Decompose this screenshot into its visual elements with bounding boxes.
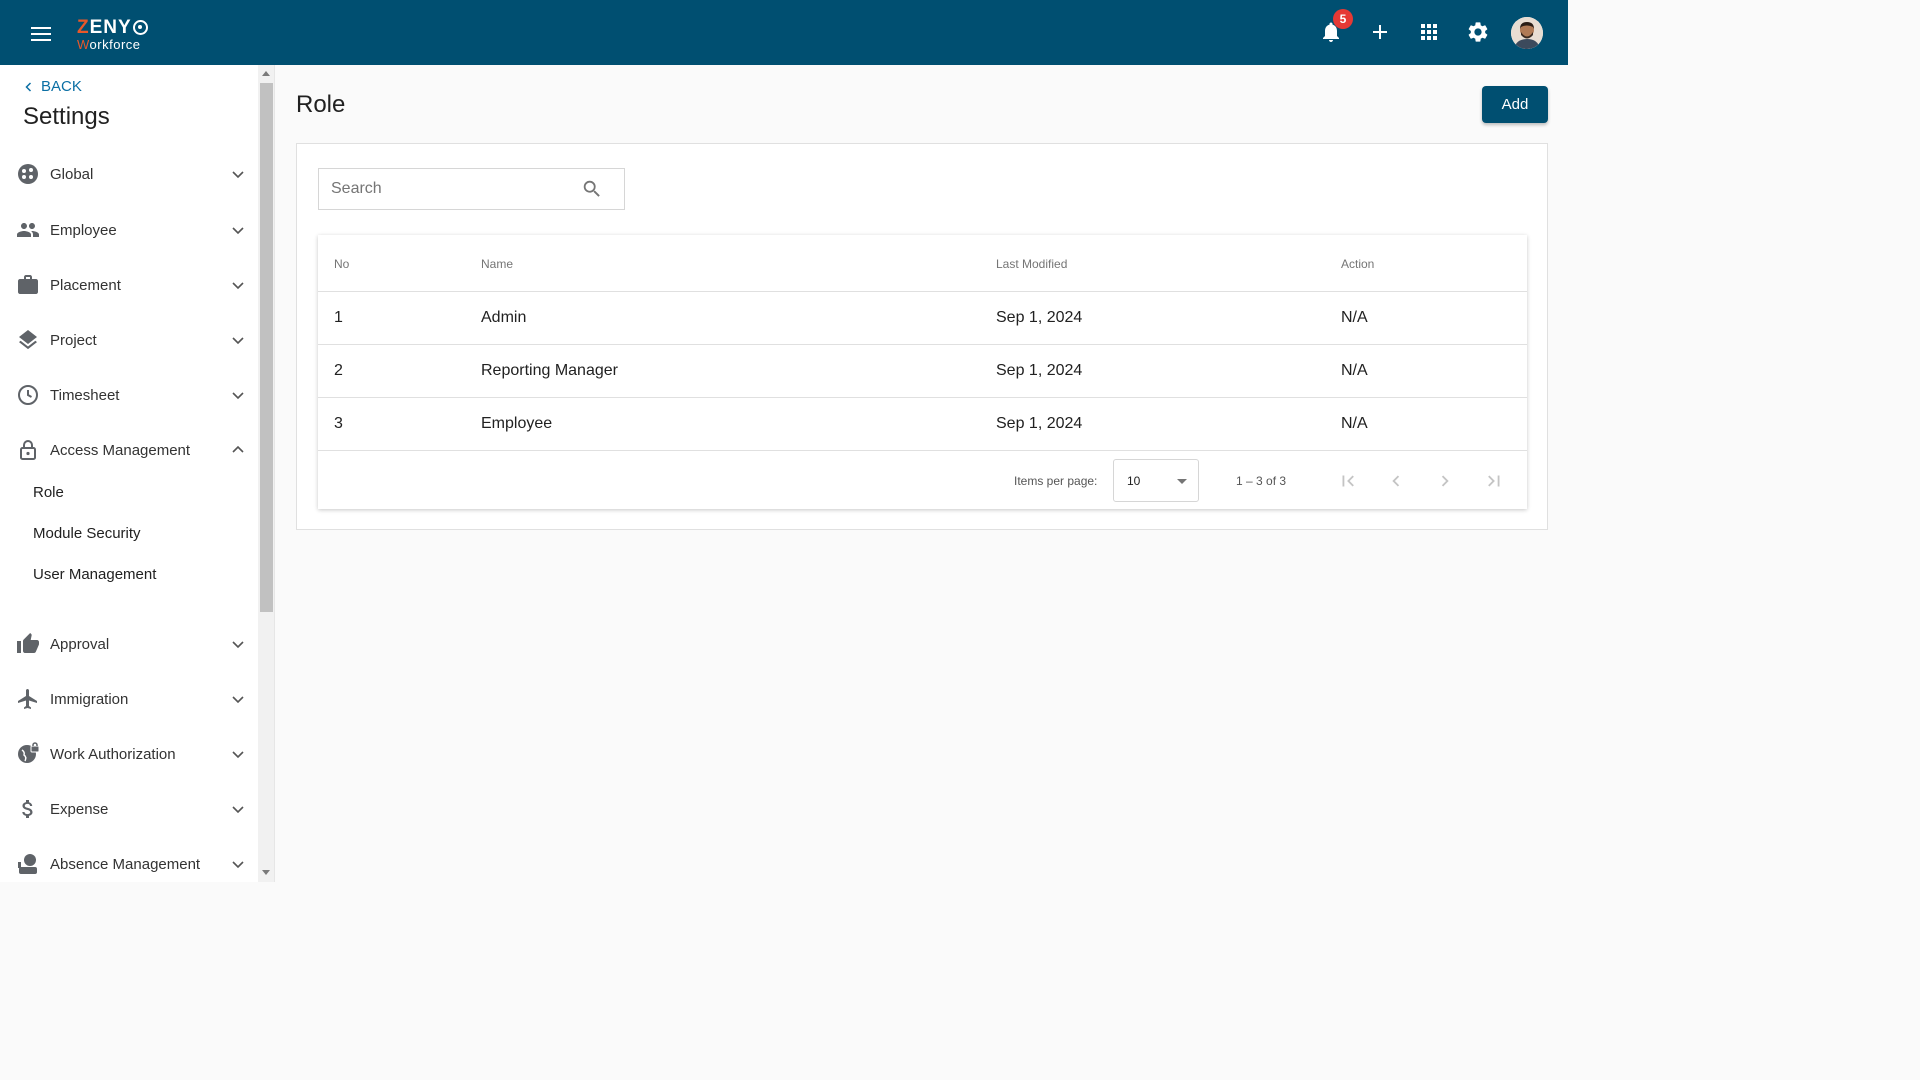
sidebar-item-placement[interactable]: Placement <box>0 265 258 305</box>
cell-action: N/A <box>1341 415 1368 432</box>
chevron-down-icon <box>232 806 244 814</box>
roles-table: No Name Last Modified Action 1 Admin Sep… <box>318 235 1527 509</box>
chevron-down-icon <box>232 641 244 649</box>
global-icon <box>18 164 38 184</box>
scroll-up-arrow[interactable] <box>262 71 270 76</box>
search-field[interactable] <box>318 168 625 210</box>
cell-no: 3 <box>334 415 343 432</box>
absence-icon <box>18 854 37 874</box>
cell-action: N/A <box>1341 309 1368 326</box>
cell-name: Employee <box>481 415 553 432</box>
table-row[interactable]: 1 Admin Sep 1, 2024 N/A <box>318 292 1527 345</box>
page-title: Role <box>296 91 346 118</box>
add-button[interactable]: Add <box>1482 86 1548 123</box>
cell-name: Reporting Manager <box>481 362 618 379</box>
apps-grid-icon[interactable] <box>1417 20 1441 44</box>
sidebar-item-expense[interactable]: Expense <box>0 789 258 829</box>
gear-icon[interactable] <box>1466 20 1490 44</box>
cell-no: 2 <box>334 362 343 379</box>
plus-icon[interactable] <box>1368 20 1392 44</box>
menu-icon[interactable] <box>31 27 51 41</box>
top-bar: Z ENY Workforce 5 <box>0 0 1568 65</box>
chevron-down-icon <box>232 171 244 179</box>
cell-last-modified: Sep 1, 2024 <box>996 362 1083 379</box>
cell-no: 1 <box>334 309 343 326</box>
sidebar-title: Settings <box>23 103 110 130</box>
column-header-last-modified[interactable]: Last Modified <box>996 257 1067 271</box>
cell-last-modified: Sep 1, 2024 <box>996 309 1083 326</box>
user-avatar[interactable] <box>1511 17 1543 49</box>
sidebar-item-global[interactable]: Global <box>0 154 258 194</box>
cell-last-modified: Sep 1, 2024 <box>996 415 1083 432</box>
chevron-left-icon <box>25 81 32 92</box>
column-header-name[interactable]: Name <box>481 257 513 271</box>
chevron-down-icon <box>232 861 244 869</box>
sidebar-item-approval[interactable]: Approval <box>0 624 258 664</box>
settings-sidebar: BACK Settings Global Employee Placement … <box>0 65 258 882</box>
table-row[interactable]: 2 Reporting Manager Sep 1, 2024 N/A <box>318 345 1527 398</box>
chevron-down-icon <box>232 227 244 235</box>
column-header-no[interactable]: No <box>334 257 349 271</box>
chevron-down-icon <box>232 392 244 400</box>
scroll-down-arrow[interactable] <box>262 870 270 875</box>
search-input[interactable] <box>319 169 569 209</box>
items-per-page-label: Items per page: <box>1014 474 1098 488</box>
items-per-page-select[interactable]: 10 <box>1113 459 1199 502</box>
sidebar-subitem-role[interactable]: Role <box>33 484 64 501</box>
column-header-action: Action <box>1341 257 1375 271</box>
people-icon <box>17 223 39 237</box>
globe-lock-icon <box>18 742 40 763</box>
thumbs-up-icon <box>17 633 39 653</box>
role-panel: No Name Last Modified Action 1 Admin Sep… <box>296 143 1548 530</box>
dropdown-arrow-icon <box>1177 479 1187 484</box>
sidebar-item-employee[interactable]: Employee <box>0 210 258 250</box>
chevron-down-icon <box>232 337 244 345</box>
sidebar-item-absence-management[interactable]: Absence Management <box>0 844 258 884</box>
layers-icon <box>19 330 37 350</box>
cell-action: N/A <box>1341 362 1368 379</box>
next-page-icon[interactable] <box>1434 470 1456 492</box>
scrollbar-thumb[interactable] <box>260 83 273 612</box>
back-link[interactable]: BACK <box>23 78 82 95</box>
dollar-icon <box>22 800 33 818</box>
page-range-label: 1 – 3 of 3 <box>1236 474 1287 488</box>
table-row[interactable]: 3 Employee Sep 1, 2024 N/A <box>318 398 1527 451</box>
lock-icon <box>20 440 36 460</box>
chevron-down-icon <box>232 751 244 759</box>
chevron-down-icon <box>232 282 244 290</box>
first-page-icon[interactable] <box>1337 470 1359 492</box>
sidebar-item-project[interactable]: Project <box>0 320 258 360</box>
briefcase-icon <box>18 275 38 294</box>
airplane-icon <box>18 689 37 709</box>
cell-name: Admin <box>481 309 527 326</box>
clock-icon <box>18 385 38 405</box>
notification-badge: 5 <box>1333 9 1353 29</box>
sidebar-item-immigration[interactable]: Immigration <box>0 679 258 719</box>
chevron-up-icon <box>232 445 244 453</box>
sidebar-subitem-module-security[interactable]: Module Security <box>33 525 141 542</box>
sidebar-subitem-user-management[interactable]: User Management <box>33 566 156 583</box>
paginator: Items per page: 10 1 – 3 of 3 <box>318 452 1527 509</box>
sidebar-scrollbar[interactable] <box>258 65 275 882</box>
sidebar-item-work-authorization[interactable]: Work Authorization <box>0 734 258 774</box>
previous-page-icon[interactable] <box>1385 470 1407 492</box>
sidebar-item-access-management[interactable]: Access Management <box>0 430 258 470</box>
last-page-icon[interactable] <box>1483 470 1505 492</box>
logo[interactable]: Z ENY Workforce <box>77 18 148 51</box>
chevron-down-icon <box>232 696 244 704</box>
sidebar-item-timesheet[interactable]: Timesheet <box>0 375 258 415</box>
table-header: No Name Last Modified Action <box>318 235 1527 292</box>
search-icon[interactable] <box>581 178 603 200</box>
